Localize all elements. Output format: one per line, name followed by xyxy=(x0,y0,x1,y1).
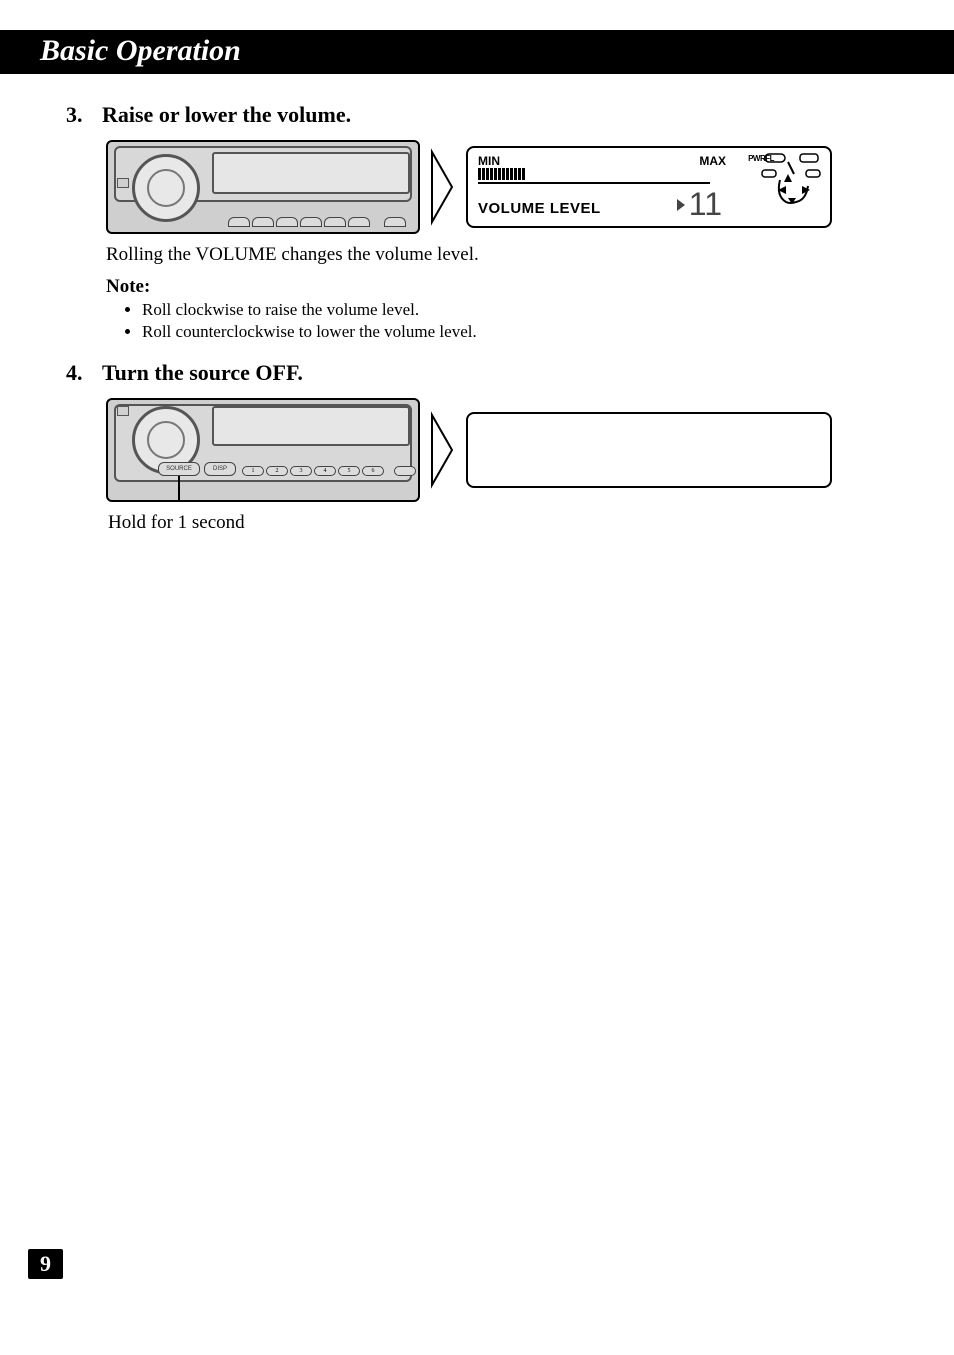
preset-btn-icon xyxy=(252,217,274,227)
play-indicator-icon xyxy=(677,199,685,211)
section-header: Basic Operation xyxy=(0,30,954,74)
preset-6-icon: 6 xyxy=(362,466,384,476)
note-list: Roll clockwise to raise the volume level… xyxy=(124,300,904,342)
device-screen-area xyxy=(212,406,410,446)
source-button-icon: SOURCE xyxy=(158,462,200,476)
step-3-figure-row: MIN MAX VOLUME LEVEL 11 PWRFL xyxy=(106,140,904,234)
preset-1-icon: 1 xyxy=(242,466,264,476)
volume-value: 11 xyxy=(677,186,722,223)
preset-2-icon: 2 xyxy=(266,466,288,476)
step-number: 4. xyxy=(50,360,102,386)
step-title: Raise or lower the volume. xyxy=(102,102,351,128)
step-number: 3. xyxy=(50,102,102,128)
step-4-figure-row: SOURCE DISP 1 2 3 4 5 6 xyxy=(106,398,904,502)
level-track-line xyxy=(478,182,710,184)
volume-value-text: 11 xyxy=(689,186,722,223)
device-screen-area xyxy=(212,152,410,194)
volume-level-label: VOLUME LEVEL xyxy=(478,200,601,217)
preset-3-icon: 3 xyxy=(290,466,312,476)
disp-button-icon: DISP xyxy=(204,462,236,476)
step-4-heading: 4. Turn the source OFF. xyxy=(50,360,904,386)
callout-line xyxy=(178,476,180,502)
result-arrow-icon xyxy=(428,405,458,495)
note-item: Roll counterclockwise to lower the volum… xyxy=(142,322,904,342)
preset-5-icon: 5 xyxy=(338,466,360,476)
preset-buttons-row xyxy=(228,217,406,227)
min-label: MIN xyxy=(478,154,500,168)
step-title: Turn the source OFF. xyxy=(102,360,303,386)
control-cluster-icon xyxy=(730,152,822,222)
note-item: Roll clockwise to raise the volume level… xyxy=(142,300,904,320)
step-3-heading: 3. Raise or lower the volume. xyxy=(50,102,904,128)
preset-btn-icon xyxy=(228,217,250,227)
eq-button-icon xyxy=(117,406,129,416)
volume-dial-icon xyxy=(132,154,200,222)
step-3-description: Rolling the VOLUME changes the volume le… xyxy=(106,244,904,266)
preset-btn-icon xyxy=(324,217,346,227)
preset-btn-icon xyxy=(384,217,406,227)
result-arrow-icon xyxy=(428,142,458,232)
device-illustration-volume xyxy=(106,140,420,234)
numbered-presets-row: 1 2 3 4 5 6 xyxy=(242,466,420,476)
step-4-caption: Hold for 1 second xyxy=(108,512,904,534)
preset-btn-icon xyxy=(300,217,322,227)
preset-btn-icon xyxy=(276,217,298,227)
eq-button-icon xyxy=(117,178,129,188)
aux-btn-icon xyxy=(418,466,420,476)
aux-btn-icon xyxy=(394,466,416,476)
note-heading: Note: xyxy=(106,276,904,298)
volume-level-bars-icon xyxy=(478,168,528,180)
device-illustration-source: SOURCE DISP 1 2 3 4 5 6 xyxy=(106,398,420,502)
manual-page: Basic Operation 3. Raise or lower the vo… xyxy=(0,0,954,1355)
lcd-display-blank xyxy=(466,412,832,488)
preset-4-icon: 4 xyxy=(314,466,336,476)
lcd-display-illustration: MIN MAX VOLUME LEVEL 11 PWRFL xyxy=(466,146,832,228)
preset-btn-icon xyxy=(348,217,370,227)
max-label: MAX xyxy=(699,154,726,168)
page-number: 9 xyxy=(28,1249,63,1279)
